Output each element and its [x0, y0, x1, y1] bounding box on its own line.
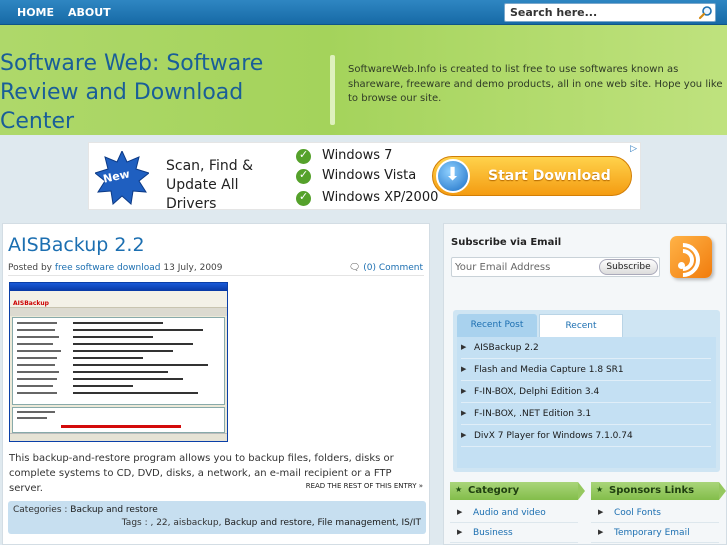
recent-posts-list: ▶ AISBackup 2.2 ▶ Flash and Media Captur…: [457, 337, 716, 468]
screenshot-panel: [12, 317, 225, 405]
recent-post-title: DivX 7 Player for Windows 7.1.0.74: [474, 431, 633, 441]
category-item-label: Audio and video: [473, 508, 546, 518]
rss-feed-icon[interactable]: [658, 235, 712, 285]
category-item[interactable]: ▶ Business: [450, 524, 578, 543]
screenshot-logo: AISBackup: [13, 300, 49, 307]
ad-headline: Scan, Find & Update All Drivers: [166, 158, 253, 210]
star-icon: ★: [455, 485, 463, 494]
subscribe-title: Subscribe via Email: [451, 237, 562, 248]
tab-recent-comments[interactable]: Recent Comments: [539, 314, 623, 353]
sponsor-item-label: Cool Fonts: [614, 508, 661, 518]
arrow-right-icon: ▶: [461, 387, 467, 395]
start-download-button[interactable]: Start Download: [432, 156, 632, 196]
search-input[interactable]: [505, 4, 695, 21]
start-download-label: Start Download: [488, 168, 611, 184]
recent-post-item[interactable]: ▶ F-IN-BOX, Delphi Edition 3.4: [461, 383, 711, 403]
check-icon: [296, 168, 311, 184]
screenshot-titlebar: [10, 283, 227, 291]
ad-choices-icon[interactable]: ▷: [630, 144, 637, 154]
tag-links[interactable]: Backup and restore, File management, IS/…: [224, 518, 421, 528]
screenshot-toolbar: AISBackup: [10, 291, 227, 308]
post-divider: [8, 275, 424, 276]
subscribe-button[interactable]: Subscribe: [599, 259, 658, 275]
sponsors-widget: ★ Sponsors Links ▶ Cool Fonts ▶ Temporar…: [591, 482, 726, 545]
recent-post-item[interactable]: ▶ AISBackup 2.2: [461, 339, 711, 359]
ad-os-item: Windows 7: [322, 148, 393, 163]
recent-post-item[interactable]: ▶ DivX 7 Player for Windows 7.1.0.74: [461, 427, 711, 447]
category-item[interactable]: ▶ Audio and video: [450, 504, 578, 523]
site-header: Software Web: Software Review and Downlo…: [0, 25, 727, 135]
post-tags: Tags : , 22, aisbackup, Backup and resto…: [122, 518, 421, 528]
post-screenshot: AISBackup: [9, 282, 228, 442]
download-arrow-icon: [436, 159, 470, 193]
screenshot-progress-bar: [61, 425, 181, 428]
comments-link[interactable]: 🗨 (0) Comment: [349, 263, 423, 273]
star-icon: ★: [596, 485, 604, 494]
post-categories: Categories : Backup and restore: [13, 505, 158, 515]
site-description: SoftwareWeb.Info is created to list free…: [348, 64, 723, 104]
recent-post-item[interactable]: ▶ F-IN-BOX, .NET Edition 3.1: [461, 405, 711, 425]
comments-count: (0) Comment: [363, 263, 423, 273]
screenshot-progress: [12, 407, 225, 433]
author-link[interactable]: free software download: [55, 263, 161, 273]
posts-tabs: Recent Post Recent Comments ▶ AISBackup …: [453, 310, 720, 472]
sponsor-item[interactable]: ▶ Cool Fonts: [591, 504, 719, 523]
sponsor-item-label: Temporary Email: [614, 528, 690, 538]
post-meta: Posted by free software download 13 July…: [8, 263, 223, 273]
nav-home[interactable]: HOME: [17, 6, 54, 19]
tab-recent-post[interactable]: Recent Post: [457, 314, 537, 337]
screenshot-statusbar: [10, 433, 227, 441]
recent-post-title: Flash and Media Capture 1.8 SR1: [474, 365, 624, 375]
site-title[interactable]: Software Web: Software Review and Downlo…: [0, 49, 320, 136]
sidebar: Subscribe via Email Subscribe Recent Pos…: [443, 223, 727, 545]
screenshot-tabs: [10, 308, 227, 316]
posted-by-label: Posted by: [8, 263, 52, 273]
email-field[interactable]: [455, 260, 600, 274]
recent-post-item[interactable]: ▶ Flash and Media Capture 1.8 SR1: [461, 361, 711, 381]
recent-post-title: F-IN-BOX, Delphi Edition 3.4: [474, 387, 600, 397]
arrow-right-icon: ▶: [457, 528, 463, 536]
categories-label: Categories :: [13, 505, 68, 515]
arrow-right-icon: ▶: [461, 409, 467, 417]
header-divider: [330, 55, 335, 125]
arrow-right-icon: ▶: [461, 431, 467, 439]
ad-banner[interactable]: New Scan, Find & Update All Drivers Wind…: [88, 142, 641, 210]
top-nav-bar: HOME ABOUT: [0, 0, 727, 25]
read-more-link[interactable]: READ THE REST OF THIS ENTRY »: [306, 482, 423, 490]
tags-label: Tags : , 22, aisbackup,: [121, 518, 222, 528]
recent-post-title: AISBackup 2.2: [474, 343, 539, 353]
category-item-label: Business: [473, 528, 513, 538]
arrow-right-icon: ▶: [598, 528, 604, 536]
post-footer: Categories : Backup and restore Tags : ,…: [8, 501, 426, 534]
ad-os-item: Windows Vista: [322, 168, 417, 183]
check-icon: [296, 190, 311, 206]
arrow-right-icon: ▶: [598, 508, 604, 516]
category-header: ★ Category: [450, 482, 585, 500]
post-date: 13 July, 2009: [163, 263, 223, 273]
recent-post-title: F-IN-BOX, .NET Edition 3.1: [474, 409, 592, 419]
arrow-right-icon: ▶: [461, 365, 467, 373]
post-title[interactable]: AISBackup 2.2: [8, 234, 145, 256]
sponsor-item[interactable]: ▶ Temporary Email: [591, 524, 719, 543]
nav-about[interactable]: ABOUT: [68, 6, 111, 19]
check-icon: [296, 148, 311, 164]
arrow-right-icon: ▶: [461, 343, 467, 351]
arrow-right-icon: ▶: [457, 508, 463, 516]
sponsors-title: Sponsors Links: [609, 485, 695, 496]
category-title: Category: [468, 485, 520, 496]
search-icon[interactable]: [698, 5, 713, 20]
search-box: [504, 3, 716, 22]
category-link[interactable]: Backup and restore: [70, 505, 157, 515]
category-widget: ★ Category ▶ Audio and video ▶ Business: [450, 482, 585, 545]
email-subscribe-form: Subscribe: [451, 257, 660, 277]
sponsors-header: ★ Sponsors Links: [591, 482, 726, 500]
ad-os-item: Windows XP/2000: [322, 190, 439, 205]
comment-icon: 🗨: [348, 263, 361, 273]
post-card: AISBackup 2.2 Posted by free software do…: [2, 223, 430, 545]
